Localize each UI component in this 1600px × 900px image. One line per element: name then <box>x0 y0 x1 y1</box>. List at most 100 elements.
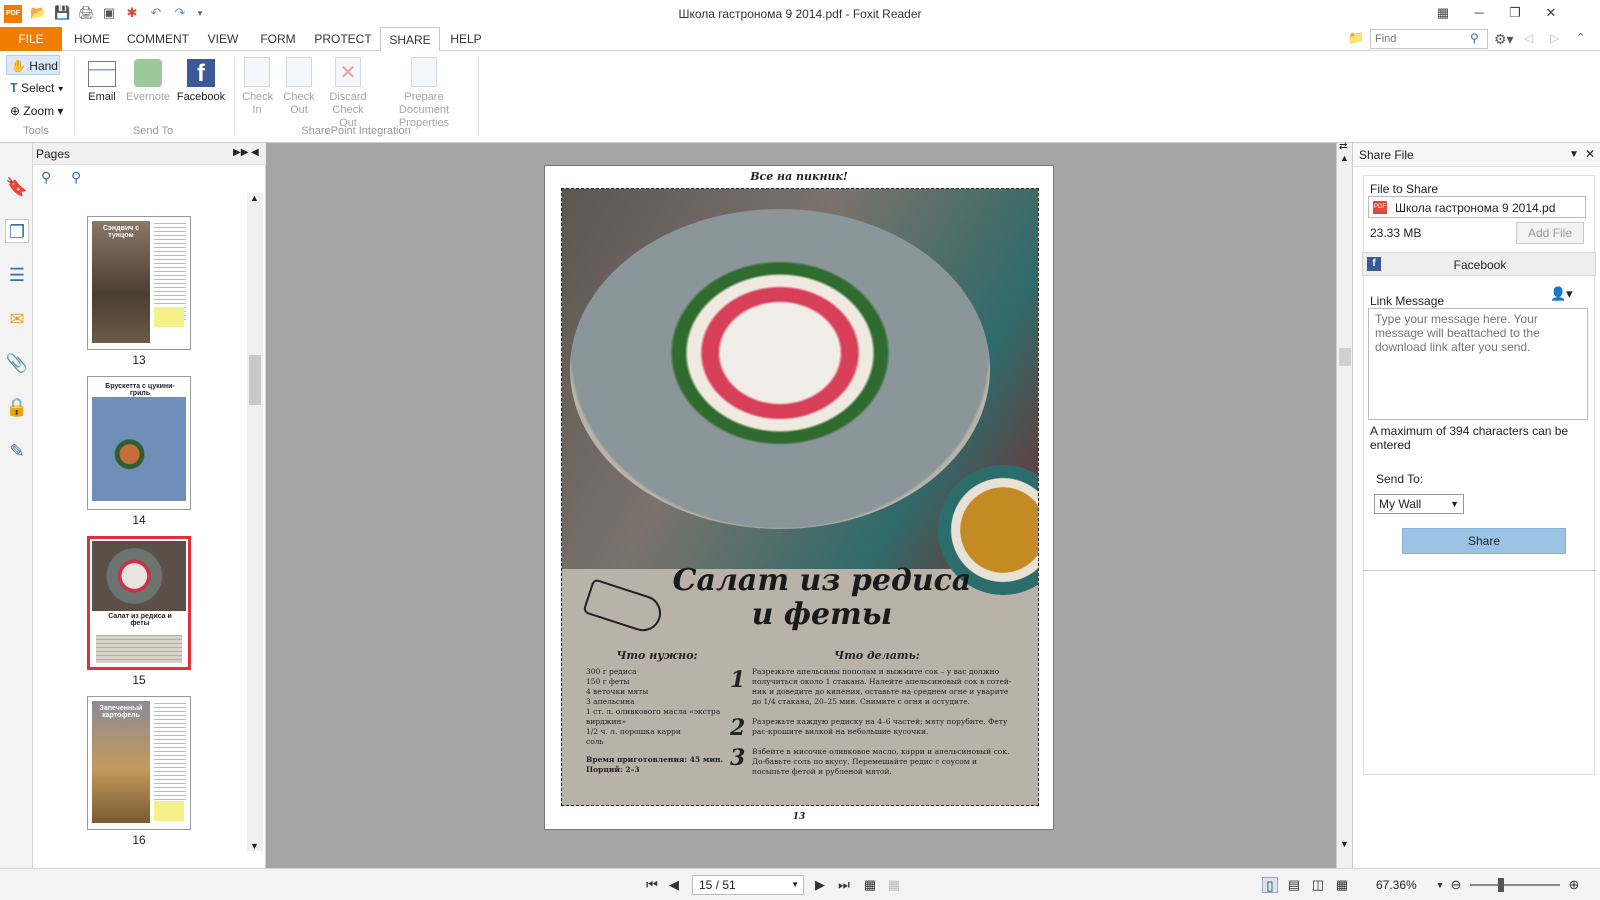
menu-help[interactable]: HELP <box>440 27 492 51</box>
select-tool[interactable]: 𝐓 Select ▾ <box>6 78 68 98</box>
zoom-in-icon[interactable]: ⊕ <box>1566 877 1582 893</box>
hand-tool[interactable]: ✋ Hand <box>6 55 60 75</box>
add-file-button[interactable]: Add File <box>1516 222 1584 244</box>
next-result-icon[interactable]: ▷ <box>1550 31 1559 45</box>
page-number-label: 13 <box>132 353 146 367</box>
close-panel-icon[interactable]: ✕ <box>1585 147 1595 161</box>
link-message-input[interactable] <box>1368 308 1588 420</box>
navigation-strip: 🔖 ❐ ☰ ✉ 📎 🔒 ✎ <box>0 143 33 868</box>
menu-view[interactable]: VIEW <box>196 27 250 51</box>
email-button[interactable]: Email <box>80 57 124 104</box>
panel-menu-icon[interactable]: ▼ <box>1569 149 1579 160</box>
menu-form[interactable]: FORM <box>250 27 306 51</box>
thumbnails-scrollbar[interactable]: ▲ ▼ <box>247 193 263 851</box>
continuous-page-icon[interactable]: ▤ <box>1286 877 1302 893</box>
chevron-down-icon: ▼ <box>791 880 799 889</box>
share-button[interactable]: Share <box>1402 528 1566 554</box>
facebook-button[interactable]: f Facebook <box>176 57 226 104</box>
single-page-icon[interactable]: ▯ <box>1262 877 1278 893</box>
select-icon: 𝐓 <box>10 81 18 95</box>
page-thumbnail[interactable]: Запеченный картофель <box>87 696 191 830</box>
pdf-file-icon: PDF <box>1373 201 1387 214</box>
max-characters-note: A maximum of 394 characters can be enter… <box>1370 424 1569 452</box>
pages-title: Pages <box>36 147 71 161</box>
settings-icon[interactable]: ⚙▾ <box>1494 31 1514 48</box>
find-folder-icon[interactable]: 📁 <box>1348 30 1364 46</box>
zoom-tool[interactable]: ⊕ Zoom ▾ <box>6 101 68 121</box>
scroll-down-icon[interactable]: ▼ <box>1340 839 1349 849</box>
maximize-button[interactable]: ❐ <box>1500 3 1530 23</box>
menu-home[interactable]: HOME <box>64 27 120 51</box>
zoom-slider[interactable] <box>1470 878 1560 892</box>
layers-icon[interactable]: ☰ <box>5 263 29 287</box>
menu-protect[interactable]: PROTECT <box>306 27 380 51</box>
next-page-icon[interactable]: ▶ <box>812 877 828 893</box>
thumbnail-heading: Запеченный картофель <box>99 705 143 719</box>
scroll-up-icon[interactable]: ▲ <box>1340 153 1349 163</box>
evernote-button[interactable]: Evernote <box>124 57 172 104</box>
continuous-facing-icon[interactable]: ▦ <box>1334 877 1350 893</box>
check-in-button[interactable]: Check In <box>240 57 274 117</box>
enlarge-thumbnail-icon[interactable]: ⚲ <box>41 169 51 186</box>
next-view-icon[interactable]: ▦ <box>886 877 902 893</box>
first-page-icon[interactable]: ⏮ <box>644 877 660 893</box>
document-view[interactable]: Все на пикник! Салат из редиса и феты Чт… <box>266 143 1336 868</box>
menu-file[interactable]: FILE <box>0 27 62 51</box>
page-number-label: 14 <box>132 513 146 527</box>
page-thumbnail[interactable]: Брускетта с цукини-гриль <box>87 376 191 510</box>
scroll-down-icon[interactable]: ▼ <box>250 841 259 851</box>
facebook-service-header[interactable]: f Facebook <box>1362 252 1596 276</box>
tools-group-label: Tools <box>23 125 49 137</box>
zoom-level[interactable]: 67.36% <box>1376 878 1417 892</box>
prepare-properties-button[interactable]: Prepare Document Properties <box>378 57 470 130</box>
title-bar: PDF 📂 💾 🖨 ▣ ✱ ↶ ↷ ▾ Школа гастронома 9 2… <box>0 0 1600 27</box>
evernote-icon <box>134 59 162 87</box>
attachments-icon[interactable]: 📎 <box>5 351 29 375</box>
page-number-input[interactable]: 15 / 51 ▼ <box>692 875 804 895</box>
comments-icon[interactable]: ✉ <box>5 307 29 331</box>
check-out-button[interactable]: Check Out <box>280 57 318 117</box>
discard-icon: ✕ <box>335 57 361 87</box>
file-size: 23.33 MB <box>1370 226 1422 240</box>
step-text: Взбейте в мисочке оливковое масло, карри… <box>752 747 1010 776</box>
close-button[interactable]: ✕ <box>1536 3 1566 23</box>
send-to-label: Send To: <box>1376 472 1424 486</box>
vertical-scrollbar[interactable]: ⇄ ▲ ▼ <box>1336 141 1352 868</box>
collapse-ribbon-icon[interactable]: ⌃ <box>1576 31 1585 44</box>
send-to-group-label: Send To <box>132 125 174 137</box>
scroll-up-icon[interactable]: ▲ <box>250 193 259 203</box>
page-thumbnail-current[interactable]: Салат из редиса и феты <box>87 536 191 670</box>
page-thumbnail[interactable]: Сэндвич с тунцом <box>87 216 191 350</box>
reduce-thumbnail-icon[interactable]: ⚲ <box>71 169 81 186</box>
thumbnail-heading: Салат из редиса и феты <box>108 613 172 627</box>
zoom-slider-handle[interactable] <box>1498 878 1504 892</box>
user-account-icon[interactable]: 👤▾ <box>1550 286 1573 302</box>
minimize-button[interactable]: ─ <box>1464 3 1494 23</box>
last-page-icon[interactable]: ⏭ <box>836 877 852 893</box>
menu-comment[interactable]: COMMENT <box>120 27 196 51</box>
send-to-select[interactable]: My Wall ▼ <box>1374 494 1464 514</box>
bookmarks-icon[interactable]: 🔖 <box>5 175 29 199</box>
scrollbar-thumb[interactable] <box>249 355 261 405</box>
search-icon[interactable]: ⚲ <box>1470 31 1479 45</box>
ingredients-heading: Что нужно: <box>616 649 698 662</box>
chevron-down-icon: ▼ <box>1450 499 1459 509</box>
security-lock-icon[interactable]: 🔒 <box>5 395 29 419</box>
previous-view-icon[interactable]: ▦ <box>862 877 878 893</box>
collapse-panel-icon[interactable]: ◀ <box>251 147 259 158</box>
pin-icon[interactable]: ⇄ <box>1339 141 1347 152</box>
zoom-out-icon[interactable]: ⊖ <box>1448 877 1464 893</box>
zoom-dropdown-icon[interactable]: ▼ <box>1432 877 1448 893</box>
menu-share[interactable]: SHARE <box>380 27 440 52</box>
discard-check-out-button[interactable]: ✕ Discard Check Out <box>322 57 374 130</box>
expand-panel-icon[interactable]: ▶▶ <box>233 147 248 158</box>
scrollbar-thumb[interactable] <box>1339 348 1351 366</box>
pages-icon[interactable]: ❐ <box>5 219 29 243</box>
previous-page-icon[interactable]: ◀ <box>666 877 682 893</box>
signature-icon[interactable]: ✎ <box>5 439 29 463</box>
file-to-share-field[interactable]: PDF Школа гастронома 9 2014.pd <box>1368 196 1586 218</box>
share-panel-title: Share File <box>1359 148 1414 162</box>
ribbon-display-icon[interactable]: ▦ <box>1428 3 1458 23</box>
facing-page-icon[interactable]: ◫ <box>1310 877 1326 893</box>
prev-result-icon[interactable]: ◁ <box>1524 31 1533 45</box>
